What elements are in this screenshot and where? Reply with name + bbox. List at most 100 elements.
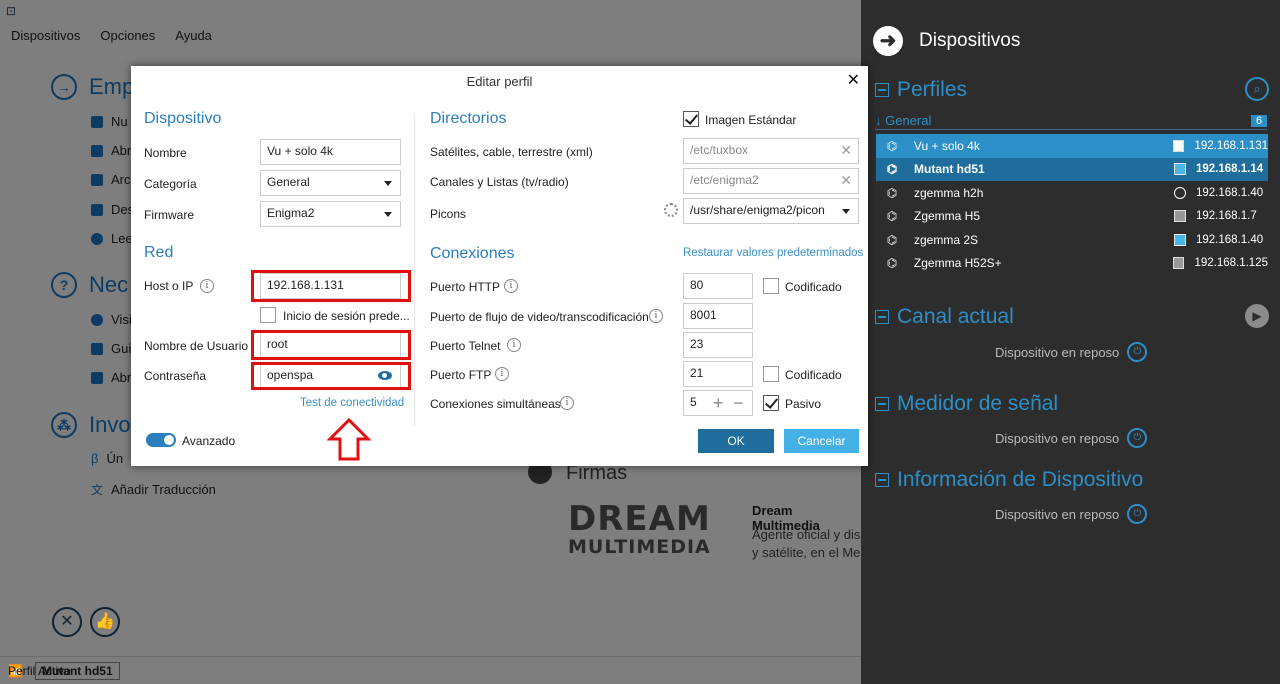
picons-label: Picons <box>430 207 467 221</box>
satelites-label: Satélites, cable, terrestre (xml) <box>430 145 593 159</box>
device-row[interactable]: ⌬ zgemma h2h 192.168.1.40 <box>876 181 1268 205</box>
group-canal-actual[interactable]: Canal actual <box>875 305 1014 329</box>
list-item[interactable]: Des <box>91 202 134 217</box>
http-codificado-label: Codificado <box>785 280 842 294</box>
inicio-sesion-checkbox[interactable] <box>260 307 276 323</box>
categoria-label: Categoría <box>144 177 197 191</box>
clear-icon[interactable]: ✕ <box>840 142 852 159</box>
collapse-icon <box>875 397 889 411</box>
device-row[interactable]: ⌬ Vu + solo 4k 192.168.1.131 <box>876 134 1268 158</box>
power-icon[interactable]: ⏻ <box>1127 504 1148 524</box>
side-title: Dispositivos <box>919 30 1021 51</box>
collapse-icon <box>875 83 889 97</box>
info-icon[interactable]: i <box>560 396 574 410</box>
collapse-icon <box>875 473 889 487</box>
http-field[interactable]: 80 <box>683 273 753 299</box>
avanzado-label: Avanzado <box>182 434 236 448</box>
canales-label: Canales y Listas (tv/radio) <box>430 175 569 189</box>
info-icon[interactable]: i <box>200 279 214 293</box>
info-icon[interactable]: i <box>649 309 663 323</box>
avanzado-toggle[interactable] <box>146 433 176 447</box>
collapse-icon <box>875 310 889 324</box>
satellite-icon: ⌬ <box>886 185 898 200</box>
power-icon[interactable]: ⏻ <box>1127 342 1148 362</box>
highlight-box <box>251 330 411 360</box>
restaurar-link[interactable]: Restaurar valores predeterminados <box>683 247 863 259</box>
host-label: Host o IP <box>144 279 194 293</box>
categoria-select[interactable]: General <box>260 170 401 196</box>
list-item[interactable]: Lee <box>91 231 133 246</box>
list-item[interactable]: Abr <box>91 143 131 158</box>
list-item[interactable]: Nu <box>91 114 128 129</box>
imagen-estandar-label: Imagen Estándar <box>705 113 797 127</box>
status-indicator <box>1174 210 1186 223</box>
status-indicator <box>1172 139 1185 152</box>
menu-dispositivos[interactable]: Dispositivos <box>11 28 80 48</box>
thumbs-up-button[interactable]: 👍 <box>90 607 120 637</box>
chat-icon <box>91 371 103 384</box>
firmware-select[interactable]: Enigma2 <box>260 201 401 227</box>
file-icon <box>91 115 103 128</box>
web-icon <box>91 313 103 326</box>
device-row[interactable]: ⌬ Zgemma H52S+ 192.168.1.125 <box>876 252 1268 276</box>
highlight-box <box>251 270 411 302</box>
satellite-icon: ⌬ <box>886 256 898 271</box>
simultaneas-label: Conexiones simultáneas <box>430 397 561 411</box>
info-icon[interactable]: i <box>504 279 518 293</box>
device-row[interactable]: ⌬ zgemma 2S 192.168.1.40 <box>876 228 1268 252</box>
plus-icon[interactable]: + <box>713 394 724 412</box>
stream-field[interactable]: 8001 <box>683 303 753 329</box>
test-conectividad-link[interactable]: Test de conectividad <box>300 397 404 409</box>
info-icon[interactable]: i <box>507 338 521 352</box>
usuario-label: Nombre de Usuario <box>144 339 249 353</box>
dream-multimedia-logo: DREAM MULTIMEDIA <box>568 499 711 558</box>
side-panel: ➜ Dispositivos Perfiles ⌕ ↓ General 6 ⌬ … <box>861 0 1280 684</box>
nombre-field[interactable]: Vu + solo 4k <box>260 139 401 165</box>
cancel-button[interactable]: Cancelar <box>784 429 859 453</box>
list-item[interactable]: Arc <box>91 172 131 187</box>
telnet-field[interactable]: 23 <box>683 332 753 358</box>
clear-icon[interactable]: ✕ <box>840 172 852 189</box>
imagen-estandar-checkbox[interactable] <box>683 111 699 127</box>
picons-select[interactable]: /usr/share/enigma2/picon <box>683 198 859 224</box>
play-icon[interactable]: ▶ <box>1245 304 1269 328</box>
group-medidor[interactable]: Medidor de señal <box>875 392 1058 416</box>
http-codificado-checkbox[interactable] <box>763 278 779 294</box>
close-circle-button[interactable]: ✕ <box>52 607 82 637</box>
pasivo-checkbox[interactable] <box>763 395 779 411</box>
menu-ayuda[interactable]: Ayuda <box>175 28 212 48</box>
device-list: ⌬ Vu + solo 4k 192.168.1.131 ⌬ Mutant hd… <box>876 134 1268 275</box>
close-icon[interactable]: ✕ <box>847 70 860 90</box>
group-info-dispositivo[interactable]: Información de Dispositivo <box>875 468 1143 492</box>
list-item[interactable]: β Ún <box>91 451 123 466</box>
download-icon <box>91 203 103 216</box>
column-divider <box>414 114 415 426</box>
device-row[interactable]: ⌬ Mutant hd51 192.168.1.14 <box>876 157 1268 181</box>
power-icon[interactable]: ⏻ <box>1127 428 1148 448</box>
device-row[interactable]: ⌬ Zgemma H5 192.168.1.7 <box>876 205 1268 229</box>
canales-field[interactable]: /etc/enigma2 ✕ <box>683 168 859 194</box>
group-general[interactable]: ↓ General 6 <box>875 112 1267 130</box>
arrow-right-icon[interactable]: ➜ <box>873 26 903 56</box>
list-item[interactable]: 文 Añadir Traducción <box>91 481 216 498</box>
search-icon[interactable]: ⌕ <box>1245 77 1269 101</box>
section-title: Invo <box>89 412 131 437</box>
reposo-status: Dispositivo en reposo ⏻ <box>995 504 1148 524</box>
files-icon <box>91 173 103 186</box>
minus-icon[interactable]: − <box>733 394 744 412</box>
list-item[interactable]: Abr <box>91 370 131 385</box>
ok-button[interactable]: OK <box>698 429 774 453</box>
list-item[interactable]: Gui <box>91 341 131 356</box>
firmware-label: Firmware <box>144 208 194 222</box>
list-item[interactable]: Visi <box>91 312 132 327</box>
info-icon[interactable]: i <box>495 367 509 381</box>
group-perfiles[interactable]: Perfiles <box>875 78 967 102</box>
ftp-field[interactable]: 21 <box>683 361 753 387</box>
gear-icon[interactable] <box>664 203 678 217</box>
password-label: Contraseña <box>144 369 207 383</box>
ftp-codificado-checkbox[interactable] <box>763 366 779 382</box>
satellite-icon: ⌬ <box>886 209 898 224</box>
firm-description: Agente oficial y dis y satélite, en el M… <box>752 527 860 560</box>
satelites-field[interactable]: /etc/tuxbox ✕ <box>683 138 859 164</box>
menu-opciones[interactable]: Opciones <box>100 28 155 48</box>
